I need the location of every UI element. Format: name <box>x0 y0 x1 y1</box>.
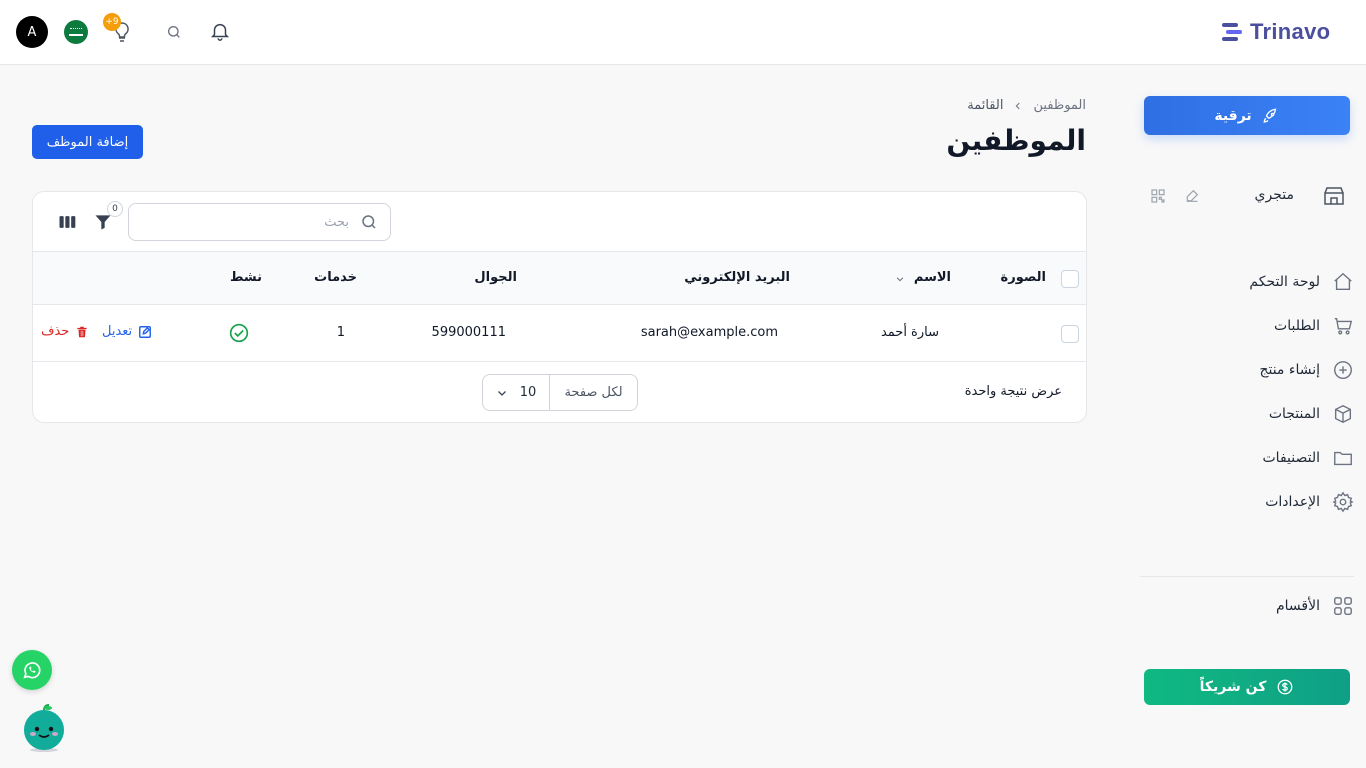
cell-email: sarah@example.com <box>640 325 778 340</box>
per-page-label: لكل صفحة <box>549 375 637 410</box>
sidebar-item-label: التصنيفات <box>1262 450 1321 466</box>
search-icon[interactable] <box>166 24 182 40</box>
saudi-flag-icon[interactable] <box>64 20 88 44</box>
sidebar-item-label: المنتجات <box>1268 406 1320 422</box>
employees-table-card: 0 الصورة الاسم البريد الإلكتروني الجوال … <box>32 191 1087 423</box>
breadcrumb-list: القائمة <box>967 98 1004 113</box>
sidebar-item-create-product[interactable]: إنشاء منتج <box>1150 348 1354 392</box>
my-store-label: متجري <box>1254 187 1294 203</box>
select-all-checkbox[interactable] <box>1061 270 1079 288</box>
page-title: الموظفين <box>946 124 1086 157</box>
results-count: عرض نتيجة واحدة <box>964 384 1062 399</box>
cell-services: 1 <box>336 325 345 340</box>
tips-badge: +9 <box>103 13 121 31</box>
per-page-number: 10 <box>519 385 537 400</box>
add-employee-button[interactable]: إضافة الموظف <box>32 125 143 159</box>
search-box <box>128 203 391 241</box>
logo-text: Trinavo <box>1250 19 1331 44</box>
store-icon <box>1324 187 1344 205</box>
per-page-value[interactable]: 10 <box>483 375 549 410</box>
dollar-circle-icon <box>1277 679 1293 695</box>
user-avatar[interactable]: A <box>16 16 48 48</box>
external-edit-icon[interactable] <box>1184 188 1200 204</box>
sidebar-item-settings[interactable]: الإعدادات <box>1150 480 1354 524</box>
chevron-left-icon <box>1016 102 1021 109</box>
cell-name: سارة أحمد <box>880 325 939 340</box>
sidebar-item-categories[interactable]: التصنيفات <box>1150 436 1354 480</box>
sidebar-item-orders[interactable]: الطلبات <box>1150 304 1354 348</box>
row-checkbox[interactable] <box>1061 325 1079 343</box>
breadcrumb: الموظفين القائمة <box>967 98 1086 113</box>
column-header-mobile: الجوال <box>474 270 517 285</box>
column-header-email: البريد الإلكتروني <box>684 270 790 285</box>
table-header: الصورة الاسم البريد الإلكتروني الجوال خد… <box>33 252 1086 305</box>
become-partner-button[interactable]: كن شريكاً <box>1144 669 1350 705</box>
edit-icon <box>139 325 152 338</box>
per-page-select[interactable]: لكل صفحة 10 <box>482 374 638 411</box>
active-check-icon <box>229 323 249 343</box>
sidebar-item-label: الإعدادات <box>1265 494 1320 510</box>
sidebar-divider <box>1140 576 1354 577</box>
sidebar-nav: لوحة التحكم الطلبات إنشاء منتج المنتجات … <box>1150 260 1354 524</box>
table-toolbar: 0 <box>33 192 1086 252</box>
logo[interactable]: Trinavo <box>1220 18 1330 46</box>
column-header-name[interactable]: الاسم <box>914 270 951 285</box>
upgrade-button[interactable]: ترقية <box>1144 96 1350 135</box>
bell-icon[interactable] <box>209 20 231 42</box>
table-footer: عرض نتيجة واحدة لكل صفحة 10 <box>33 362 1086 422</box>
sidebar-item-label: إنشاء منتج <box>1259 362 1320 378</box>
column-header-services: خدمات <box>314 270 357 285</box>
sidebar-item-products[interactable]: المنتجات <box>1150 392 1354 436</box>
top-bar: A +9 Trinavo <box>0 0 1366 65</box>
partner-label: كن شريكاً <box>1199 679 1267 695</box>
filter-count-badge: 0 <box>107 201 123 217</box>
my-store-row[interactable]: متجري <box>1150 184 1346 208</box>
rocket-icon <box>1263 107 1276 123</box>
delete-button[interactable]: حذف <box>41 324 89 339</box>
box-icon <box>1334 404 1352 424</box>
mascot-assistant-icon[interactable] <box>22 704 66 752</box>
sections-label: الأقسام <box>1276 598 1320 614</box>
breadcrumb-employees[interactable]: الموظفين <box>1033 98 1086 113</box>
sidebar-item-label: الطلبات <box>1274 318 1320 334</box>
grid-icon <box>1334 597 1352 615</box>
search-input[interactable] <box>139 204 349 240</box>
sidebar-item-label: لوحة التحكم <box>1249 274 1320 290</box>
gear-icon <box>1332 491 1354 513</box>
cell-mobile: 599000111 <box>431 325 506 340</box>
whatsapp-button[interactable] <box>12 650 52 690</box>
chevron-down-icon[interactable] <box>895 274 905 284</box>
delete-label: حذف <box>41 324 70 339</box>
trash-icon <box>77 326 88 337</box>
qr-code-icon[interactable] <box>1150 188 1166 204</box>
home-icon <box>1334 272 1352 291</box>
sidebar-item-dashboard[interactable]: لوحة التحكم <box>1150 260 1354 304</box>
upgrade-label: ترقية <box>1214 107 1252 124</box>
chevron-down-icon <box>497 390 506 396</box>
logo-mark-icon <box>1222 23 1242 41</box>
cart-icon <box>1334 317 1353 335</box>
folder-icon <box>1334 451 1352 466</box>
sections-item[interactable]: الأقسام <box>1150 594 1354 618</box>
search-icon <box>362 215 376 229</box>
plus-circle-icon <box>1334 361 1352 379</box>
column-header-active: نشط <box>229 270 262 285</box>
whatsapp-icon <box>23 662 41 679</box>
table-row: سارة أحمد sarah@example.com 599000111 1 … <box>33 305 1086 362</box>
edit-label: تعديل <box>102 324 133 339</box>
columns-icon[interactable] <box>57 212 77 232</box>
column-header-image: الصورة <box>1000 270 1046 285</box>
edit-button[interactable]: تعديل <box>102 324 152 339</box>
